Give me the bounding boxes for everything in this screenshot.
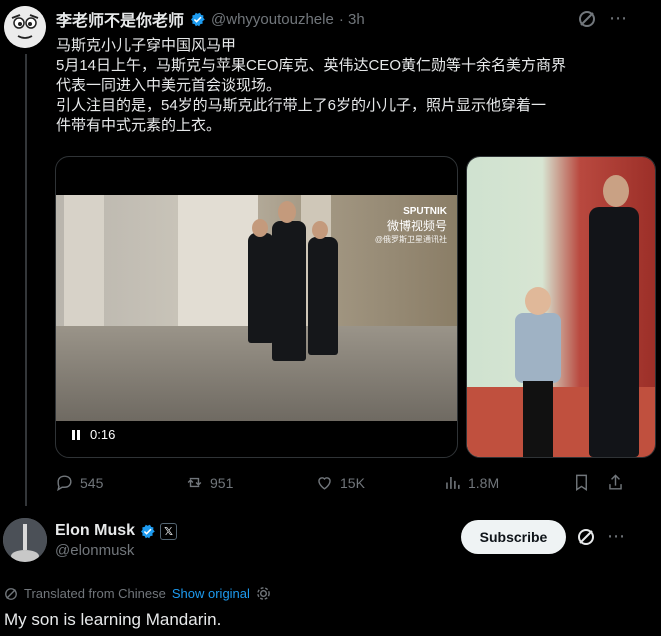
reply-icon	[57, 475, 72, 492]
bookmark-button[interactable]	[572, 473, 591, 492]
tweet-line: 引人注目的是，54岁的马斯克此行带上了6岁的小儿子，照片显示他穿着一	[56, 97, 547, 114]
photo-image	[467, 157, 655, 457]
video-watermark: SPUTNIK 微博视频号 @俄罗斯卫星通讯社	[375, 205, 447, 247]
person	[248, 233, 274, 343]
repost-icon	[187, 477, 202, 488]
tweet-actions: 545 951 15K 1.8M	[55, 473, 635, 495]
bookmark-icon	[576, 474, 587, 491]
like-count: 15K	[340, 474, 365, 491]
views-icon	[446, 476, 460, 489]
video-time: 0:16	[90, 427, 116, 442]
watermark-brand: SPUTNIK	[403, 206, 447, 217]
views-count: 1.8M	[468, 474, 500, 491]
more-icon[interactable]: ⋯	[606, 527, 626, 547]
person-head	[278, 201, 296, 223]
like-icon	[318, 477, 331, 490]
watermark-sub: @俄罗斯卫星通讯社	[374, 235, 447, 244]
adult-head	[603, 175, 629, 207]
tweet-text: 马斯克小儿子穿中国风马甲 5月14日上午，马斯克与苹果CEO库克、英伟达CEO黄…	[56, 36, 646, 136]
display-name[interactable]: 李老师不是你老师	[56, 7, 184, 31]
tweet-text: My son is learning Mandarin.	[4, 610, 222, 629]
verified-icon	[139, 523, 156, 540]
share-button[interactable]	[606, 473, 625, 492]
subscribe-button[interactable]: Subscribe	[461, 520, 566, 554]
repost-button[interactable]: 951	[185, 473, 233, 492]
child-legs	[523, 381, 553, 457]
photo[interactable]	[466, 156, 656, 458]
avatar[interactable]	[4, 6, 46, 48]
avatar[interactable]	[3, 518, 47, 562]
grok-icon[interactable]	[576, 527, 596, 547]
tweet-header: Elon Musk 𝕏	[55, 520, 178, 542]
child-head	[525, 287, 551, 315]
adult-figure	[589, 207, 639, 457]
like-button[interactable]: 15K	[315, 473, 365, 492]
grok-icon[interactable]	[577, 9, 597, 29]
video-frame: SPUTNIK 微博视频号 @俄罗斯卫星通讯社	[56, 195, 457, 421]
person-head	[252, 219, 268, 237]
verified-icon	[189, 11, 206, 28]
person	[272, 221, 306, 361]
video-player[interactable]: SPUTNIK 微博视频号 @俄罗斯卫星通讯社 0:16	[55, 156, 458, 458]
show-original-link[interactable]: Show original	[172, 586, 250, 601]
thread-line	[25, 54, 27, 506]
repost-count: 951	[210, 474, 234, 491]
tweet-line: 代表一同进入中美元首会谈现场。	[56, 77, 282, 94]
timestamp[interactable]: · 3h	[339, 11, 365, 28]
tweet-line: 件带有中式元素的上衣。	[56, 117, 222, 134]
tweet-line: 马斯克小儿子穿中国风马甲	[56, 37, 237, 54]
child-vest	[515, 313, 561, 383]
video-controls: 0:16	[72, 427, 115, 442]
handle[interactable]: @whyyoutouzhele	[211, 11, 334, 28]
more-icon[interactable]: ⋯	[608, 9, 628, 29]
views-button[interactable]: 1.8M	[443, 473, 499, 492]
watermark-weibo: 微博视频号	[386, 219, 447, 233]
translate-icon	[5, 587, 17, 600]
tweet-line: 5月14日上午，马斯克与苹果CEO库克、英伟达CEO黄仁勋等十余名美方商界	[56, 57, 567, 74]
person	[308, 237, 338, 355]
translation-bar: Translated from Chinese Show original	[4, 586, 271, 601]
translated-label: Translated from Chinese	[24, 586, 166, 601]
reply-button[interactable]: 545	[55, 473, 103, 492]
handle[interactable]: @elonmusk	[55, 542, 134, 559]
person-head	[312, 221, 328, 239]
reply-count: 545	[80, 474, 104, 491]
share-icon	[609, 474, 622, 490]
display-name[interactable]: Elon Musk	[55, 522, 135, 540]
settings-icon[interactable]	[256, 586, 271, 601]
tweet-header: 李老师不是你老师 @whyyoutouzhele · 3h	[56, 7, 365, 31]
pillar	[64, 195, 104, 326]
pause-icon[interactable]	[72, 429, 82, 440]
x-badge-icon[interactable]: 𝕏	[160, 522, 178, 540]
pillar	[178, 195, 258, 326]
